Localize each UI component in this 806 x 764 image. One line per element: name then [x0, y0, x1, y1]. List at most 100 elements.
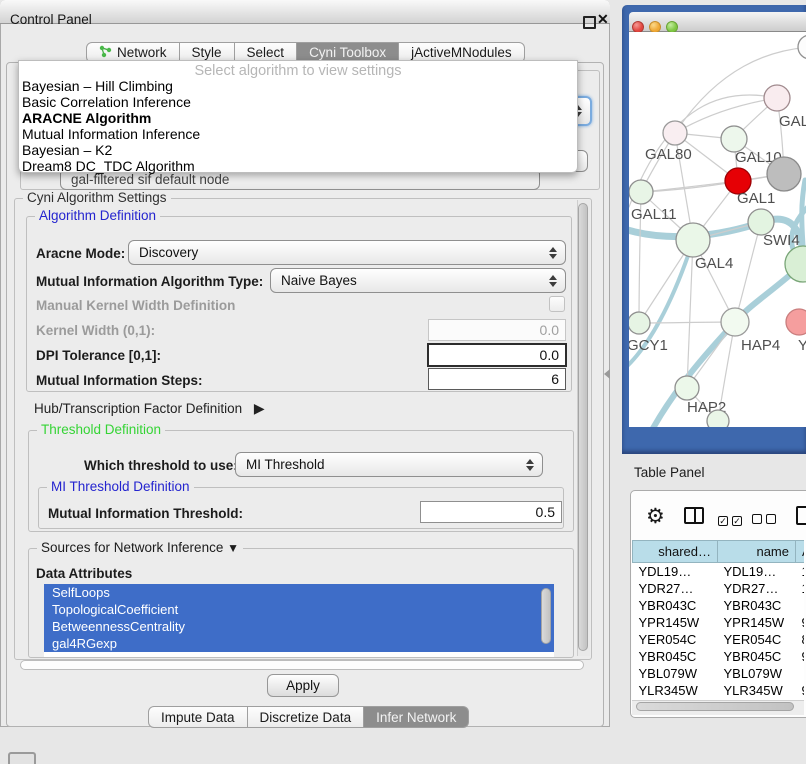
network-node[interactable] [629, 180, 653, 204]
data-attributes-list[interactable]: SelfLoopsTopologicalCoefficientBetweenne… [44, 584, 554, 657]
gear-icon[interactable]: ⚙ [646, 504, 665, 529]
network-node[interactable] [786, 309, 806, 335]
table-cell[interactable]: 12 [796, 580, 805, 597]
document-icon[interactable] [796, 506, 806, 525]
dpi-tolerance-field[interactable]: 0.0 [427, 343, 567, 367]
table-cell[interactable]: YPR145W [718, 614, 796, 631]
table-cell[interactable]: YBL079W [718, 665, 796, 682]
table-cell[interactable]: YBR043C [633, 597, 718, 614]
network-node[interactable] [675, 376, 699, 400]
table-cell[interactable]: YDL19… [718, 563, 796, 581]
mi-steps-field[interactable]: 6 [428, 368, 566, 390]
table-cell[interactable]: YDR27… [718, 580, 796, 597]
mi-type-combobox[interactable]: Naive Bayes [270, 268, 566, 293]
network-node[interactable] [676, 223, 710, 257]
algorithm-option[interactable]: Basic Correlation Inference [19, 94, 577, 110]
deselect-all-checkbox-icon[interactable] [752, 511, 776, 529]
network-node[interactable] [629, 312, 650, 334]
table-hscrollbar-thumb[interactable] [636, 702, 794, 711]
network-edge[interactable] [675, 98, 777, 133]
table-cell[interactable]: 13 [796, 563, 805, 581]
network-node[interactable] [721, 308, 749, 336]
mi-threshold-value: 0.5 [536, 504, 555, 520]
kernel-width-label: Kernel Width (0,1): [36, 323, 155, 338]
table-header-row: shared… name A [633, 541, 805, 563]
manual-kernel-checkbox[interactable] [549, 296, 565, 312]
close-icon[interactable]: ✕ [597, 11, 609, 28]
network-node[interactable] [767, 157, 801, 191]
table-row: YLR345WYLR345W9. [633, 682, 805, 699]
settings-scrollbar-thumb[interactable] [578, 203, 588, 651]
tab-impute-data[interactable]: Impute Data [148, 706, 248, 728]
minimized-window-icon[interactable] [8, 752, 36, 764]
kernel-width-field[interactable]: 0.0 [428, 319, 566, 341]
node-label: GAL1 [737, 190, 775, 207]
network-node[interactable] [764, 85, 790, 111]
table-cell[interactable]: YLR345W [718, 682, 796, 699]
select-all-checkbox-icon[interactable]: ✓✓ [718, 511, 742, 529]
mi-threshold-field[interactable]: 0.5 [420, 501, 562, 523]
float-window-icon[interactable] [583, 16, 596, 29]
data-attribute-item[interactable]: gal4RGexp [44, 635, 554, 652]
network-canvas[interactable]: GALGAL80GAL10GAL1GAL11SWI4GAL4GCY1HAP4YH… [629, 32, 806, 427]
desktop: { "colors": { "selection_blue": "#3e6dc8… [0, 0, 806, 762]
table-cell[interactable] [796, 665, 805, 682]
table-cell[interactable]: YBR045C [633, 648, 718, 665]
table-cell[interactable]: YPR145W [633, 614, 718, 631]
table-cell[interactable] [796, 597, 805, 614]
table-cell[interactable]: YBR043C [718, 597, 796, 614]
algorithm-option[interactable]: Bayesian – Hill Climbing [19, 78, 577, 94]
aracne-mode-combobox[interactable]: Discovery [128, 240, 566, 265]
algorithm-option[interactable]: ARACNE Algorithm [19, 110, 577, 126]
manual-kernel-label: Manual Kernel Width Definition [36, 298, 235, 313]
algorithm-option[interactable]: Dream8 DC_TDC Algorithm [19, 158, 577, 174]
node-label: GAL11 [631, 206, 677, 223]
table-cell[interactable]: YDR27… [633, 580, 718, 597]
dpi-tolerance-value: 0.0 [540, 347, 559, 363]
which-threshold-combobox[interactable]: MI Threshold [235, 452, 543, 477]
algorithm-option[interactable]: Mutual Information Inference [19, 126, 577, 142]
table-cell[interactable]: YDL19… [633, 563, 718, 581]
column-layout-icon[interactable] [684, 507, 704, 524]
sources-title-text: Sources for Network Inference [41, 540, 223, 555]
table-cell[interactable]: YBL079W [633, 665, 718, 682]
expand-arrow-icon: ▼ [227, 541, 239, 555]
node-label: GCY1 [629, 337, 668, 354]
table-cell[interactable]: 8. [796, 631, 805, 648]
hub-definition-toggle[interactable]: Hub/Transcription Factor Definition ▶ [34, 400, 265, 417]
table-cell[interactable]: 9. [796, 648, 805, 665]
data-attribute-item[interactable]: SelfLoops [44, 584, 554, 601]
mi-type-label: Mutual Information Algorithm Type: [36, 274, 263, 289]
table-cell[interactable]: YER054C [633, 631, 718, 648]
mi-steps-value: 6 [551, 371, 559, 387]
table-row: YBR045CYBR045C9. [633, 648, 805, 665]
table-cell[interactable]: 9. [796, 682, 805, 699]
column-header-name[interactable]: name [718, 541, 796, 563]
table-cell[interactable]: YER054C [718, 631, 796, 648]
sources-group-title[interactable]: Sources for Network Inference ▼ [37, 540, 243, 555]
network-edge[interactable] [641, 181, 738, 192]
algorithm-option[interactable]: Bayesian – K2 [19, 142, 577, 158]
network-node[interactable] [663, 121, 687, 145]
column-header-shared-name[interactable]: shared… [633, 541, 718, 563]
data-attribute-item[interactable]: BetweennessCentrality [44, 618, 554, 635]
which-threshold-value: MI Threshold [246, 457, 325, 472]
network-edge[interactable] [687, 240, 693, 388]
table-cell[interactable]: YLR345W [633, 682, 718, 699]
apply-button[interactable]: Apply [267, 674, 339, 697]
settings-group-title: Cyni Algorithm Settings [23, 190, 171, 205]
network-node[interactable] [798, 35, 806, 59]
attributes-scrollbar-thumb[interactable] [541, 588, 551, 644]
data-attribute-item[interactable]: TopologicalCoefficient [44, 601, 554, 618]
table-cell[interactable]: 9. [796, 614, 805, 631]
tab-discretize-data[interactable]: Discretize Data [248, 706, 365, 728]
table-cell[interactable]: YBR045C [718, 648, 796, 665]
table-panel-title: Table Panel [634, 465, 705, 480]
panel-splitter-arrow[interactable] [604, 369, 610, 379]
network-node[interactable] [707, 410, 729, 427]
settings-hscrollbar[interactable] [20, 660, 584, 670]
hub-definition-label: Hub/Transcription Factor Definition [34, 401, 242, 416]
tab-infer-network[interactable]: Infer Network [364, 706, 469, 728]
column-header-clipped[interactable]: A [796, 541, 805, 563]
node-table: shared… name A YDL19…YDL19…13YDR27…YDR27… [632, 540, 804, 706]
